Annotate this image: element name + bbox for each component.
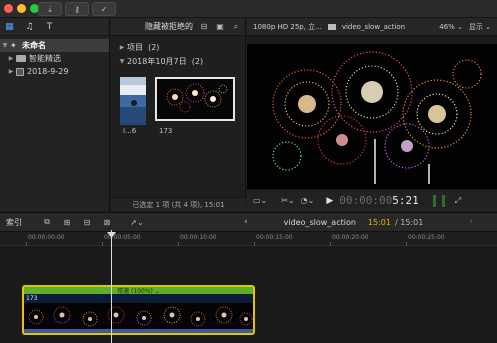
folder-icon bbox=[16, 55, 26, 62]
history-back-icon[interactable]: ‹ bbox=[244, 217, 248, 227]
sidebar-item-smart-collections[interactable]: ▶ 智能精选 bbox=[0, 52, 109, 65]
key-icon: ⚷ bbox=[74, 4, 80, 14]
overwrite-clip-icon[interactable]: ⊠ bbox=[100, 217, 114, 227]
append-clip-icon[interactable]: ⊟ bbox=[80, 217, 94, 227]
background-tasks-button[interactable]: ✓ bbox=[92, 2, 116, 16]
timeline-clip[interactable]: 常速 (100%) ⌄ 173 bbox=[22, 285, 255, 335]
clip-name: 173 bbox=[26, 295, 38, 302]
browser-toolbar: 隐藏被拒绝的 ⊟ ▣ ⌕ bbox=[111, 18, 245, 36]
sidebar-item-label: 2018-9-29 bbox=[27, 67, 69, 76]
sidebar-item-label: 未命名 bbox=[22, 41, 46, 50]
viewer: 1080p HD 25p, 立... video_slow_action 46%… bbox=[247, 18, 497, 211]
import-media-button[interactable]: ⇣ bbox=[38, 2, 62, 16]
playhead[interactable] bbox=[111, 230, 112, 343]
section-count: (2) bbox=[148, 42, 160, 52]
audio-meter-left bbox=[432, 194, 436, 207]
select-tool-icon[interactable]: ➚⌄ bbox=[130, 217, 144, 227]
play-button[interactable]: ▶ bbox=[326, 196, 333, 206]
sidebar-toolbar: ▦ ♫ T bbox=[0, 18, 109, 36]
clip-audio-strip bbox=[24, 329, 253, 333]
timecode-value: 5:21 bbox=[392, 194, 419, 207]
retime-bar[interactable]: 常速 (100%) ⌄ bbox=[24, 287, 253, 295]
zoom-value: 46% bbox=[439, 22, 455, 31]
libraries-icon[interactable]: ▦ bbox=[4, 22, 15, 32]
clip-appearance-icon[interactable]: ⊟ bbox=[199, 22, 209, 31]
keywords-button[interactable]: ⚷ bbox=[65, 2, 89, 16]
timeline-project-name: video_slow_action bbox=[283, 217, 356, 227]
library-star-icon: ✦ bbox=[10, 41, 17, 50]
clip-filter-popup[interactable]: 隐藏被拒绝的 bbox=[115, 21, 193, 32]
disclosure-triangle-icon[interactable]: ▼ bbox=[0, 42, 10, 49]
browser-status: 已选定 1 项 (共 4 项), 15:01 bbox=[111, 197, 246, 211]
viewer-timecode: 00:00:005:21 bbox=[339, 194, 418, 207]
sidebar-item-library[interactable]: ▼ ✦ 未命名 bbox=[0, 39, 109, 52]
insert-clip-icon[interactable]: ⊞ bbox=[60, 217, 74, 227]
disclosure-triangle-icon[interactable]: ▼ bbox=[117, 58, 127, 65]
ruler-label: 00:00:25:00 bbox=[408, 234, 445, 241]
ruler-label: 00:00:00:00 bbox=[28, 234, 65, 241]
search-icon[interactable]: ⌕ bbox=[231, 22, 241, 32]
format-label: 1080p HD 25p, 立... bbox=[253, 22, 322, 31]
disclosure-triangle-icon[interactable]: ▶ bbox=[6, 68, 16, 75]
section-count: (2) bbox=[191, 56, 204, 66]
clip-label: I...6 bbox=[123, 127, 137, 135]
viewer-clip-name: video_slow_action bbox=[341, 22, 406, 31]
display-options-popup[interactable]: 显示 ⌄ bbox=[469, 22, 491, 32]
clip-thumbnails: I...6 173 bbox=[111, 75, 246, 145]
ruler-label: 00:00:20:00 bbox=[332, 234, 369, 241]
close-window-button[interactable] bbox=[4, 4, 13, 13]
clip-thumbnail-selected[interactable] bbox=[155, 77, 235, 121]
minimize-window-button[interactable] bbox=[17, 4, 26, 13]
transform-tool-icon[interactable]: ✂⌄ bbox=[281, 196, 294, 205]
timeline-ruler[interactable]: 00:00:00:00 00:00:05:00 00:00:10:00 00:0… bbox=[0, 232, 497, 246]
timeline-current-timecode: 15:01 bbox=[367, 217, 391, 227]
browser-section-date[interactable]: ▼ 2018年10月7日 (2) bbox=[111, 54, 245, 68]
zoom-popup[interactable]: 46% ⌄ bbox=[439, 23, 463, 31]
display-label: 显示 bbox=[468, 22, 483, 31]
section-label: 项目 bbox=[127, 42, 143, 52]
filmstrip-view-icon[interactable]: ▣ bbox=[215, 22, 225, 31]
speed-popup-icon[interactable]: ◔⌄ bbox=[301, 196, 315, 205]
timeline-total-timecode: / 15:01 bbox=[394, 217, 424, 227]
audio-meter-right bbox=[441, 194, 445, 207]
connect-clip-icon[interactable]: ⧉ bbox=[40, 217, 54, 227]
disclosure-triangle-icon[interactable]: ▶ bbox=[6, 55, 16, 62]
clip-thumbnail[interactable] bbox=[120, 77, 146, 125]
clapper-icon bbox=[327, 23, 336, 30]
title-bar: ⇣ ⚷ ✓ bbox=[0, 0, 497, 18]
event-icon bbox=[16, 67, 24, 76]
titles-generators-icon[interactable]: T bbox=[44, 22, 55, 32]
clip-label: 173 bbox=[159, 127, 173, 135]
timeline-toolbar: 索引 ⧉ ⊞ ⊟ ⊠ ➚⌄ ‹ video_slow_action 15:01 … bbox=[0, 212, 497, 232]
viewer-video-frame[interactable] bbox=[247, 44, 497, 189]
timecode-dim: 00:00:00 bbox=[339, 194, 393, 207]
download-icon: ⇣ bbox=[46, 4, 54, 14]
browser-section-projects[interactable]: ▶ 项目 (2) bbox=[111, 40, 245, 54]
checkmark-circle-icon: ✓ bbox=[100, 4, 108, 14]
sidebar-item-label: 智能精选 bbox=[29, 54, 61, 63]
media-browser: 隐藏被拒绝的 ⊟ ▣ ⌕ ▶ 项目 (2) ▼ 2018年10月7日 (2) I… bbox=[111, 18, 246, 211]
viewer-header: 1080p HD 25p, 立... video_slow_action 46%… bbox=[247, 18, 497, 36]
fullscreen-icon[interactable]: ⤢ bbox=[455, 196, 461, 206]
sidebar-item-event[interactable]: ▶ 2018-9-29 bbox=[0, 65, 109, 78]
history-forward-icon[interactable]: › bbox=[469, 217, 473, 227]
ruler-label: 00:00:10:00 bbox=[180, 234, 217, 241]
view-options-icon[interactable]: ▭⌄ bbox=[253, 196, 267, 205]
timeline-index-button[interactable]: 索引 bbox=[6, 217, 40, 228]
section-label: 2018年10月7日 bbox=[127, 56, 187, 66]
viewer-controls: ▭⌄ ✂⌄ ◔⌄ ▶ 00:00:005:21 ⤢ bbox=[247, 189, 497, 211]
photos-audio-icon[interactable]: ♫ bbox=[24, 22, 35, 32]
ruler-label: 00:00:15:00 bbox=[256, 234, 293, 241]
disclosure-triangle-icon[interactable]: ▶ bbox=[117, 44, 127, 51]
libraries-sidebar: ▦ ♫ T ▼ ✦ 未命名 ▶ 智能精选 ▶ 2018-9-29 bbox=[0, 18, 110, 211]
